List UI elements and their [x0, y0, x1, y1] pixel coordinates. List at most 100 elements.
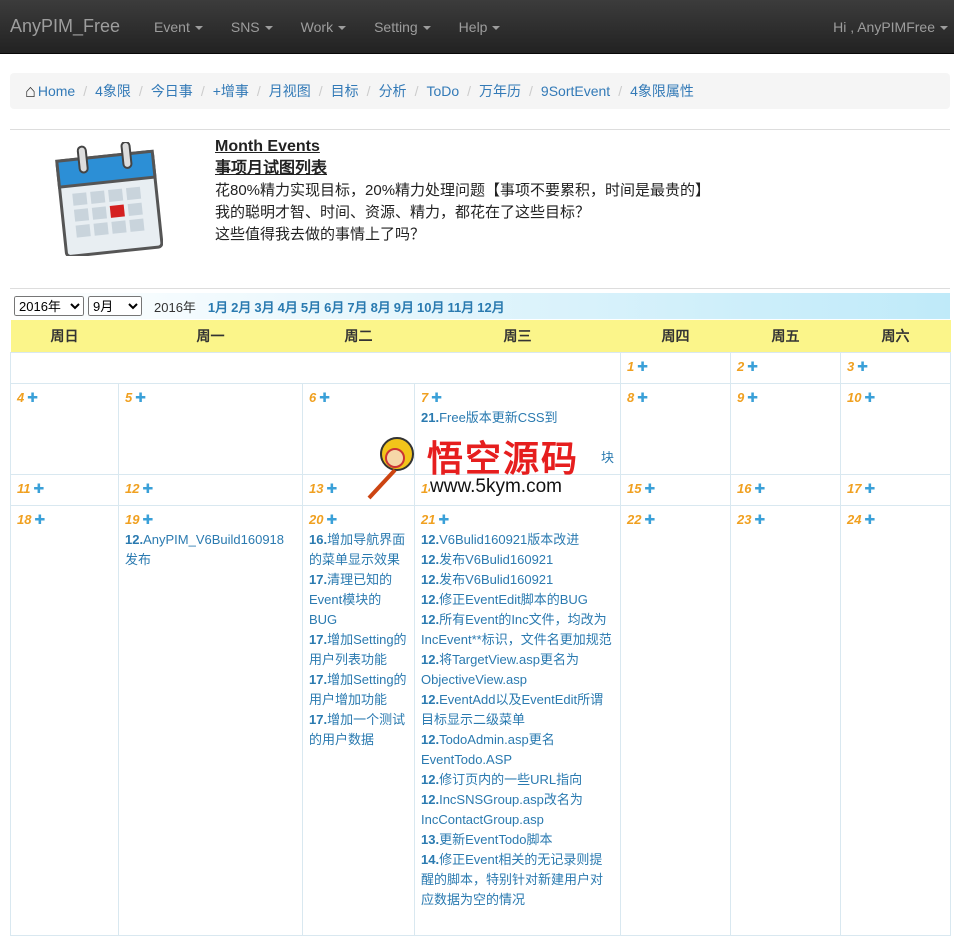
add-event-icon[interactable]: ✚: [135, 388, 146, 408]
breadcrumb-link[interactable]: 9SortEvent: [541, 83, 610, 99]
user-menu[interactable]: Hi , AnyPIMFree: [833, 19, 954, 35]
event-link[interactable]: 12.IncSNSGroup.asp改名为IncContactGroup.asp: [421, 790, 614, 830]
day-number[interactable]: 11: [17, 481, 31, 496]
day-number[interactable]: 15: [627, 481, 641, 496]
event-link[interactable]: 14.修正Event相关的无记录则提醒的脚本，特别针对新建用户对应数据为空的情况: [421, 850, 614, 910]
breadcrumb-link[interactable]: ToDo: [426, 83, 459, 99]
day-number[interactable]: 19: [125, 512, 139, 527]
menu-sns[interactable]: SNS: [217, 19, 287, 35]
add-event-icon[interactable]: ✚: [637, 388, 648, 408]
month-link[interactable]: 12月: [477, 300, 504, 315]
page-title[interactable]: Month Events: [215, 136, 710, 158]
event-link[interactable]: 12.发布V6Bulid160921: [421, 550, 614, 570]
day-number[interactable]: 10: [847, 390, 861, 405]
add-event-icon[interactable]: ✚: [864, 479, 875, 499]
day-number[interactable]: 7: [421, 390, 428, 405]
month-link[interactable]: 7月: [347, 300, 367, 315]
event-link[interactable]: 17.增加一个测试的用户数据: [309, 710, 408, 750]
add-event-icon[interactable]: ✚: [27, 388, 38, 408]
add-event-icon[interactable]: ✚: [857, 357, 868, 377]
event-link[interactable]: 13.更新EventTodo脚本: [421, 830, 614, 850]
add-event-icon[interactable]: ✚: [747, 388, 758, 408]
add-event-icon[interactable]: ✚: [644, 479, 655, 499]
day-number[interactable]: 2: [737, 359, 744, 374]
day-number[interactable]: 4: [17, 390, 24, 405]
month-link[interactable]: 11月: [448, 300, 475, 315]
event-link[interactable]: 12.所有Event的Inc文件，均改为IncEvent**标识，文件名更加规范: [421, 610, 614, 650]
add-event-icon[interactable]: ✚: [438, 510, 449, 530]
day-number[interactable]: 12: [125, 481, 139, 496]
add-event-icon[interactable]: ✚: [864, 510, 875, 530]
event-link[interactable]: 12.发布V6Bulid160921: [421, 570, 614, 590]
event-link[interactable]: 12.修订页内的一些URL指向: [421, 770, 614, 790]
event-link[interactable]: 17.增加Setting的用户列表功能: [309, 630, 408, 670]
day-number[interactable]: 3: [847, 359, 854, 374]
month-link[interactable]: 4月: [278, 300, 298, 315]
month-link[interactable]: 6月: [324, 300, 344, 315]
month-link[interactable]: 2月: [231, 300, 251, 315]
day-number[interactable]: 6: [309, 390, 316, 405]
add-event-icon[interactable]: ✚: [142, 510, 153, 530]
add-event-icon[interactable]: ✚: [142, 479, 153, 499]
event-link[interactable]: 12.V6Bulid160921版本改进: [421, 530, 614, 550]
menu-help[interactable]: Help: [445, 19, 515, 35]
add-event-icon[interactable]: ✚: [754, 510, 765, 530]
menu-setting[interactable]: Setting: [360, 19, 445, 35]
breadcrumb-separator: /: [414, 83, 419, 99]
add-event-icon[interactable]: ✚: [644, 510, 655, 530]
breadcrumb-link[interactable]: 目标: [331, 81, 359, 101]
event-link[interactable]: 12.AnyPIM_V6Build160918发布: [125, 530, 296, 570]
day-number[interactable]: 18: [17, 512, 31, 527]
day-number[interactable]: 23: [737, 512, 751, 527]
month-link[interactable]: 3月: [254, 300, 274, 315]
add-event-icon[interactable]: ✚: [747, 357, 758, 377]
event-link[interactable]: 12.将TargetView.asp更名为ObjectiveView.asp: [421, 650, 614, 690]
day-number[interactable]: 22: [627, 512, 641, 527]
add-event-icon[interactable]: ✚: [326, 510, 337, 530]
day-number[interactable]: 20: [309, 512, 323, 527]
month-link[interactable]: 10月: [417, 300, 444, 315]
month-link[interactable]: 9月: [394, 300, 414, 315]
add-event-icon[interactable]: ✚: [864, 388, 875, 408]
month-select[interactable]: 9月: [88, 296, 142, 316]
menu-event[interactable]: Event: [140, 19, 217, 35]
day-number[interactable]: 16: [737, 481, 751, 496]
month-link[interactable]: 8月: [371, 300, 391, 315]
event-link[interactable]: 12.修正EventEdit脚本的BUG: [421, 590, 614, 610]
day-number[interactable]: 17: [847, 481, 861, 496]
day-number[interactable]: 5: [125, 390, 132, 405]
day-number[interactable]: 9: [737, 390, 744, 405]
add-event-icon[interactable]: ✚: [34, 479, 45, 499]
add-event-icon[interactable]: ✚: [637, 357, 648, 377]
breadcrumb-link[interactable]: Home: [38, 83, 75, 99]
day-cell: 18 ✚: [10, 504, 119, 936]
breadcrumb-link[interactable]: 4象限属性: [630, 81, 694, 101]
menu-work[interactable]: Work: [287, 19, 360, 35]
breadcrumb-link[interactable]: 万年历: [479, 81, 521, 101]
day-number[interactable]: 21: [421, 512, 435, 527]
brand[interactable]: AnyPIM_Free: [0, 16, 130, 37]
event-link[interactable]: 17.增加Setting的用户增加功能: [309, 670, 408, 710]
add-event-icon[interactable]: ✚: [319, 388, 330, 408]
day-number[interactable]: 13: [309, 481, 323, 496]
day-number[interactable]: 24: [847, 512, 861, 527]
event-link[interactable]: 12.TodoAdmin.asp更名EventTodo.ASP: [421, 730, 614, 770]
day-number[interactable]: 1: [627, 359, 634, 374]
breadcrumb-link[interactable]: 今日事: [151, 81, 193, 101]
breadcrumb-link[interactable]: 4象限: [95, 81, 131, 101]
event-link[interactable]: 17.清理已知的Event模块的BUG: [309, 570, 408, 630]
year-select[interactable]: 2016年: [14, 296, 84, 316]
day-number[interactable]: 8: [627, 390, 634, 405]
add-event-icon[interactable]: ✚: [431, 388, 442, 408]
event-link[interactable]: 21.Free版本更新CSS到: [421, 408, 614, 428]
breadcrumb-link[interactable]: +增事: [213, 81, 249, 101]
event-link[interactable]: 16.增加导航界面的菜单显示效果: [309, 530, 408, 570]
event-link[interactable]: 12.EventAdd以及EventEdit所谓目标显示二级菜单: [421, 690, 614, 730]
breadcrumb-link[interactable]: 分析: [379, 81, 407, 101]
month-link[interactable]: 5月: [301, 300, 321, 315]
add-event-icon[interactable]: ✚: [754, 479, 765, 499]
month-link[interactable]: 1月: [208, 300, 228, 315]
add-event-icon[interactable]: ✚: [326, 479, 337, 499]
breadcrumb-link[interactable]: 月视图: [269, 81, 311, 101]
add-event-icon[interactable]: ✚: [34, 510, 45, 530]
